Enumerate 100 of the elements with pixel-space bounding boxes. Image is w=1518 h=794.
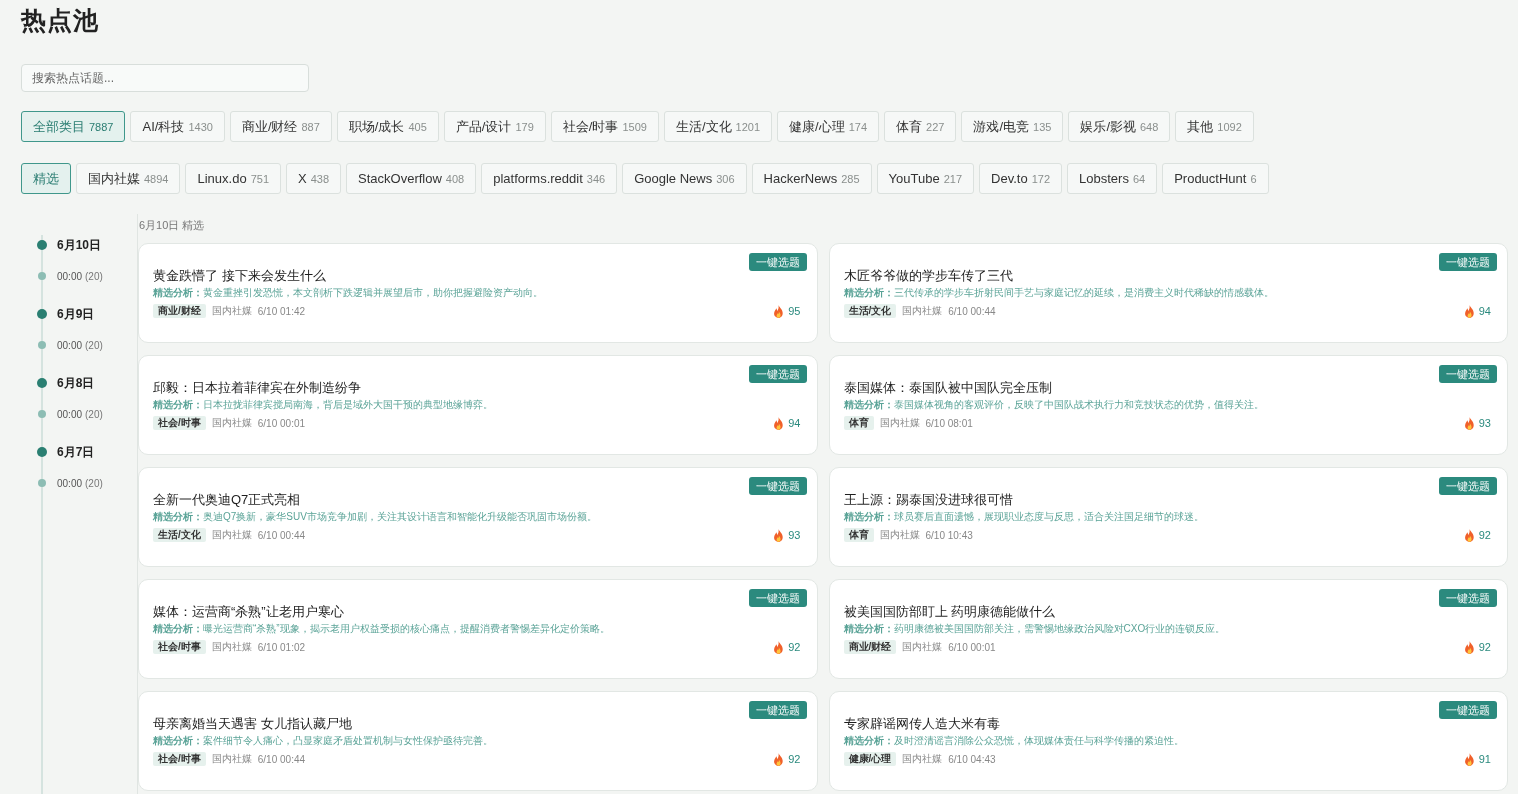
source-filter[interactable]: Lobsters 64 [1067, 163, 1158, 194]
heat-score: 91 [1478, 753, 1491, 765]
timeline-date: 6月8日 [57, 374, 95, 392]
topic-title: 木匠爷爷做的学步车传了三代 [843, 267, 1013, 285]
topic-title: 黄金跌懵了 接下来会发生什么 [153, 267, 326, 285]
category-tag: 社会/时事 [153, 752, 206, 766]
category-filter[interactable]: 健康/心理 174 [777, 111, 880, 142]
category-filter[interactable]: 商业/财经 887 [229, 111, 332, 142]
timeline-dot-icon [38, 341, 46, 349]
category-tag: 商业/财经 [153, 304, 206, 318]
pick-topic-button[interactable]: 一键选题 [1439, 365, 1497, 383]
pick-topic-button[interactable]: 一键选题 [1439, 589, 1497, 607]
flame-icon [773, 640, 785, 654]
search-field[interactable]: 搜索热点话题... [21, 64, 309, 92]
source-filter[interactable]: YouTube 217 [876, 163, 975, 194]
source-name: 国内社媒 [211, 528, 252, 542]
flame-icon [773, 304, 785, 318]
timeline-date: 6月9日 [57, 305, 95, 323]
flame-icon [773, 752, 785, 766]
post-time: 6/10 04:43 [948, 753, 996, 765]
source-filter[interactable]: Linux.do 751 [185, 163, 281, 194]
timeline-dot-icon [37, 309, 47, 319]
heat-score: 92 [1478, 529, 1491, 541]
analysis-text: 精选分析：黄金重挫引发恐慌，本文剖析下跌逻辑并展望后市，助你把握避险资产动向。 [153, 286, 543, 300]
topic-title: 邱毅：日本拉着菲律宾在外制造纷争 [153, 379, 361, 397]
category-filter[interactable]: AI/科技 1430 [130, 111, 225, 142]
category-filter[interactable]: 游戏/电竞 135 [961, 111, 1064, 142]
category-filter[interactable]: 产品/设计 179 [443, 111, 546, 142]
pick-topic-button[interactable]: 一键选题 [748, 701, 807, 719]
source-filter[interactable]: Dev.to 172 [979, 163, 1063, 194]
post-time: 6/10 01:02 [257, 641, 306, 653]
category-tag: 体育 [843, 528, 874, 542]
pick-topic-button[interactable]: 一键选题 [1439, 253, 1497, 271]
timeline-dot-icon [38, 272, 46, 280]
category-tag: 社会/时事 [153, 640, 206, 654]
timeline-slot[interactable]: 00:00 (20) [57, 270, 103, 282]
heat-score: 93 [1478, 417, 1491, 429]
pick-topic-button[interactable]: 一键选题 [1439, 701, 1497, 719]
analysis-text: 精选分析：奥迪Q7换新，豪华SUV市场竞争加剧，关注其设计语言和智能化升级能否巩固市场份额。 [153, 510, 597, 524]
pick-topic-button[interactable]: 一键选题 [1439, 477, 1497, 495]
source-filter[interactable]: X 438 [286, 163, 342, 194]
flame-icon [1463, 416, 1475, 430]
post-time: 6/10 10:43 [925, 529, 973, 541]
pick-topic-button[interactable]: 一键选题 [748, 589, 807, 607]
source-name: 国内社媒 [211, 416, 252, 430]
post-time: 6/10 00:01 [257, 417, 306, 429]
category-tag: 社会/时事 [153, 416, 206, 430]
timeline-date: 6月7日 [57, 443, 95, 461]
source-filter[interactable]: ProductHunt 6 [1162, 163, 1269, 194]
analysis-text: 精选分析：日本拉拢菲律宾搅局南海，背后是域外大国干预的典型地缘博弈。 [153, 398, 493, 412]
timeline-slot[interactable]: 00:00 (20) [57, 408, 103, 420]
timeline-dot-icon [38, 410, 46, 418]
analysis-text: 精选分析：泰国媒体视角的客观评价，反映了中国队战术执行力和竞技状态的优势，值得关注。 [843, 398, 1264, 412]
pick-topic-button[interactable]: 一键选题 [748, 365, 807, 383]
post-time: 6/10 01:42 [257, 305, 306, 317]
topic-title: 王上源：踢泰国没进球很可惜 [843, 491, 1013, 509]
flame-icon [773, 416, 785, 430]
source-filter[interactable]: HackerNews 285 [751, 163, 872, 194]
pick-topic-button[interactable]: 一键选题 [748, 253, 807, 271]
post-time: 6/10 00:01 [948, 641, 996, 653]
source-filter[interactable]: 国内社媒 4894 [76, 163, 181, 194]
topic-title: 全新一代奥迪Q7正式亮相 [153, 491, 301, 509]
timeline-dot-icon [37, 378, 47, 388]
source-filter[interactable]: platforms.reddit 346 [481, 163, 618, 194]
source-name: 国内社媒 [902, 640, 943, 654]
category-tag: 体育 [843, 416, 874, 430]
category-filter[interactable]: 职场/成长 405 [336, 111, 439, 142]
category-filter[interactable]: 体育 227 [884, 111, 957, 142]
flame-icon [1463, 640, 1475, 654]
heat-score: 94 [1478, 305, 1491, 317]
topic-title: 专家辟谣网传人造大米有毒 [843, 715, 1000, 733]
category-filter[interactable]: 娱乐/影视 648 [1068, 111, 1171, 142]
post-time: 6/10 00:44 [948, 305, 996, 317]
analysis-text: 精选分析：三代传承的学步车折射民间手艺与家庭记忆的延续，是消费主义时代稀缺的情感载体。 [843, 286, 1274, 300]
category-filter[interactable]: 全部类目 7887 [21, 111, 126, 142]
heat-score: 92 [788, 641, 801, 653]
source-filter[interactable]: StackOverflow 408 [346, 163, 477, 194]
category-filter[interactable]: 生活/文化 1201 [663, 111, 773, 142]
source-filter[interactable]: 精选 [21, 163, 71, 194]
analysis-text: 精选分析：案件细节令人痛心，凸显家庭矛盾处置机制与女性保护亟待完善。 [153, 734, 493, 748]
source-filter[interactable]: Google News 306 [622, 163, 747, 194]
heat-score: 92 [1478, 641, 1491, 653]
source-name: 国内社媒 [879, 416, 920, 430]
timeline-slot[interactable]: 00:00 (20) [57, 477, 103, 489]
category-filter[interactable]: 社会/时事 1509 [550, 111, 659, 142]
category-filter[interactable]: 其他 1092 [1175, 111, 1254, 142]
heat-score: 94 [788, 417, 801, 429]
topic-title: 媒体：运营商“杀熟”让老用户寒心 [153, 603, 344, 621]
timeline-slot[interactable]: 00:00 (20) [57, 339, 103, 351]
flame-icon [1463, 752, 1475, 766]
pick-topic-button[interactable]: 一键选题 [748, 477, 807, 495]
topic-title: 母亲离婚当天遇害 女儿指认藏尸地 [153, 715, 352, 733]
source-name: 国内社媒 [879, 528, 920, 542]
feed-heading: 6月10日 精选 [139, 218, 205, 233]
source-name: 国内社媒 [211, 304, 252, 318]
analysis-text: 精选分析：球员赛后直面遗憾，展现职业态度与反思，适合关注国足细节的球迷。 [843, 510, 1204, 524]
source-name: 国内社媒 [902, 752, 943, 766]
category-tag: 生活/文化 [153, 528, 206, 542]
post-time: 6/10 00:44 [257, 753, 306, 765]
timeline-dot-icon [38, 479, 46, 487]
